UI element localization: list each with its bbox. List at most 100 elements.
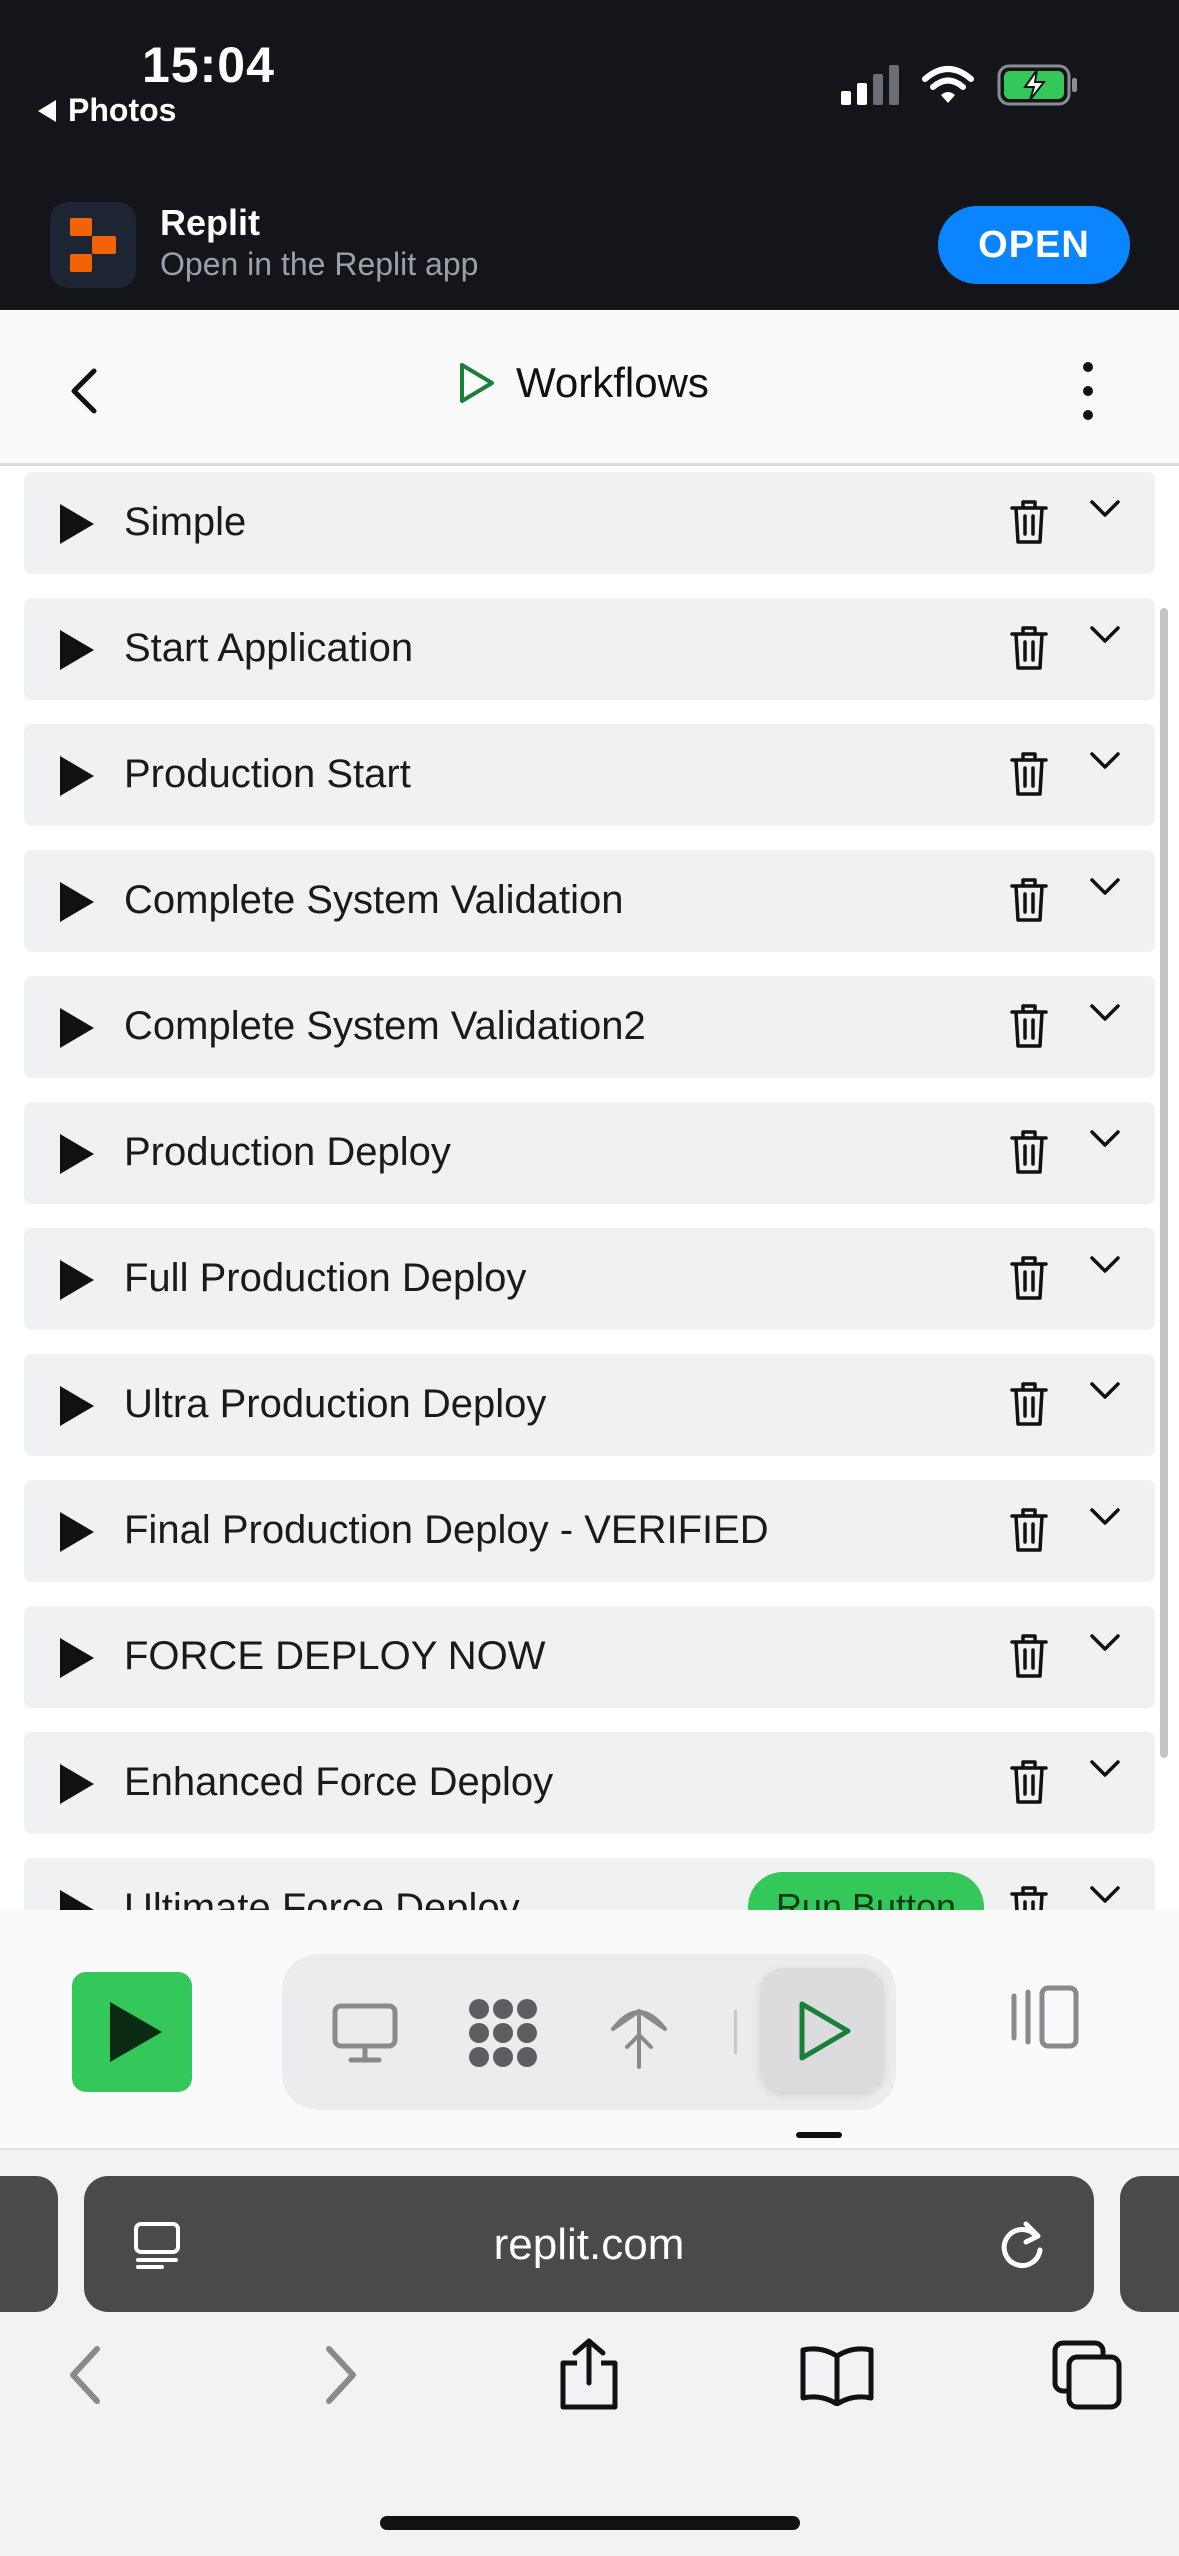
workflow-name: Simple (124, 500, 247, 544)
expand-chevron-down-icon[interactable] (1088, 1122, 1122, 1156)
run-workflow-play-icon[interactable] (60, 1260, 94, 1300)
previous-tab-peek[interactable] (0, 2176, 58, 2312)
wifi-icon (922, 66, 974, 103)
app-banner: Replit Open in the Replit app OPEN (0, 190, 1179, 310)
page-title: Workflows (456, 359, 709, 407)
packages-icon (469, 1999, 537, 2067)
open-in-app-button[interactable]: OPEN (938, 206, 1130, 284)
tabs-icon (1052, 2340, 1122, 2410)
expand-chevron-down-icon[interactable] (1088, 996, 1122, 1030)
run-workflow-play-icon[interactable] (60, 630, 94, 670)
workflow-row[interactable]: Ultra Production Deploy (24, 1354, 1155, 1456)
run-workflow-play-icon[interactable] (60, 1890, 94, 1910)
run-workflow-play-icon[interactable] (60, 1386, 94, 1426)
monitor-icon (332, 2003, 398, 2063)
delete-trash-icon[interactable] (1010, 1632, 1048, 1680)
delete-trash-icon[interactable] (1010, 624, 1048, 672)
delete-trash-icon[interactable] (1010, 1128, 1048, 1176)
workflow-row[interactable]: Full Production Deploy (24, 1228, 1155, 1330)
workflow-name: Ultra Production Deploy (124, 1382, 547, 1426)
tool-separator (734, 2010, 737, 2054)
panel-layout-icon[interactable] (1006, 1982, 1082, 2052)
workflow-name: Start Application (124, 626, 414, 670)
back-to-app-link[interactable]: Photos (38, 92, 176, 129)
workflow-name: Complete System Validation2 (124, 1004, 646, 1048)
expand-chevron-down-icon[interactable] (1088, 1878, 1122, 1910)
workflow-row[interactable]: Simple (24, 472, 1155, 574)
delete-trash-icon[interactable] (1010, 876, 1048, 924)
next-tab-peek[interactable] (1120, 2176, 1179, 2312)
expand-chevron-down-icon[interactable] (1088, 1374, 1122, 1408)
run-workflow-play-icon[interactable] (60, 882, 94, 922)
delete-trash-icon[interactable] (1010, 498, 1048, 546)
delete-trash-icon[interactable] (1010, 1506, 1048, 1554)
workflow-name: Final Production Deploy - VERIFIED (124, 1508, 769, 1552)
page-title-text: Workflows (516, 359, 709, 406)
workflow-row[interactable]: Production Deploy (24, 1102, 1155, 1204)
url-text: replit.com (493, 2220, 685, 2269)
webview-tool[interactable] (320, 1988, 410, 2078)
packages-tool[interactable] (458, 1988, 548, 2078)
tabs-button[interactable] (1042, 2330, 1132, 2420)
deployments-tool[interactable] (594, 1988, 684, 2078)
expand-chevron-down-icon[interactable] (1088, 492, 1122, 526)
browser-chrome: replit.com (0, 2150, 1179, 2556)
more-options-icon[interactable] (1070, 359, 1106, 423)
run-workflow-play-icon[interactable] (60, 756, 94, 796)
back-chevron-icon[interactable] (56, 361, 116, 421)
workflow-play-icon (460, 363, 494, 403)
expand-chevron-down-icon[interactable] (1088, 1248, 1122, 1282)
expand-chevron-down-icon[interactable] (1088, 1626, 1122, 1660)
workflow-row[interactable]: FORCE DEPLOY NOW (24, 1606, 1155, 1708)
reload-icon[interactable] (996, 2218, 1048, 2272)
expand-chevron-down-icon[interactable] (1088, 1752, 1122, 1786)
run-workflow-play-icon[interactable] (60, 1638, 94, 1678)
back-triangle-icon (38, 99, 56, 122)
run-workflow-play-icon[interactable] (60, 1764, 94, 1804)
delete-trash-icon[interactable] (1010, 1002, 1048, 1050)
workflow-name: Production Start (124, 752, 411, 796)
run-button-badge[interactable]: Run Button (748, 1872, 984, 1910)
expand-chevron-down-icon[interactable] (1088, 618, 1122, 652)
run-workflow-play-icon[interactable] (60, 1134, 94, 1174)
delete-trash-icon[interactable] (1010, 1380, 1048, 1428)
workflow-row[interactable]: Start Application (24, 598, 1155, 700)
expand-chevron-down-icon[interactable] (1088, 744, 1122, 778)
home-indicator (380, 2516, 800, 2530)
browser-back-button[interactable] (40, 2330, 130, 2420)
banner-subtitle: Open in the Replit app (160, 246, 479, 282)
status-bar: 15:04 Photos (0, 0, 1179, 190)
workflow-name: Enhanced Force Deploy (124, 1760, 554, 1804)
delete-trash-icon[interactable] (1010, 750, 1048, 798)
address-bar[interactable]: replit.com (84, 2176, 1094, 2312)
workflow-row[interactable]: Production Start (24, 724, 1155, 826)
replit-logo-icon (50, 202, 136, 288)
delete-trash-icon[interactable] (1010, 1254, 1048, 1302)
active-tab-indicator (796, 2132, 842, 2138)
delete-trash-icon[interactable] (1010, 1758, 1048, 1806)
forward-arrow-icon (326, 2346, 356, 2404)
run-workflow-play-icon[interactable] (60, 1008, 94, 1048)
share-button[interactable] (544, 2330, 634, 2420)
workflow-row[interactable]: Enhanced Force Deploy (24, 1732, 1155, 1834)
workflow-row[interactable]: Complete System Validation2 (24, 976, 1155, 1078)
workflow-name: Ultimate Force Deploy (124, 1886, 520, 1910)
workflow-row[interactable]: Complete System Validation (24, 850, 1155, 952)
browser-forward-button[interactable] (296, 2330, 386, 2420)
expand-chevron-down-icon[interactable] (1088, 870, 1122, 904)
banner-title: Replit (160, 202, 261, 243)
back-app-label: Photos (68, 92, 177, 128)
delete-trash-icon[interactable] (1010, 1884, 1048, 1910)
book-icon (800, 2346, 874, 2406)
share-icon (560, 2338, 618, 2410)
list-scrollbar[interactable] (1160, 608, 1168, 1758)
run-workflow-play-icon[interactable] (60, 504, 94, 544)
bookmarks-button[interactable] (792, 2330, 882, 2420)
status-icons (841, 64, 1079, 106)
expand-chevron-down-icon[interactable] (1088, 1500, 1122, 1534)
workflows-tool-active[interactable] (760, 1968, 884, 2092)
run-button[interactable] (72, 1972, 192, 2092)
workflow-row[interactable]: Ultimate Force Deploy Run Button (24, 1858, 1155, 1910)
run-workflow-play-icon[interactable] (60, 1512, 94, 1552)
workflow-row[interactable]: Final Production Deploy - VERIFIED (24, 1480, 1155, 1582)
